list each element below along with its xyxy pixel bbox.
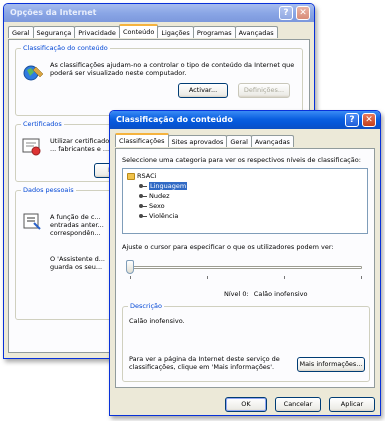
- level-number: Nível 0:: [224, 290, 249, 298]
- window-title: Classificação do conteúdo: [116, 115, 233, 124]
- options-tab-strip: Geral Segurança Privacidade Conteúdo Lig…: [8, 24, 278, 38]
- tab-ratings[interactable]: Classificações: [115, 133, 169, 147]
- tree-item-nudity[interactable]: Nudez: [139, 192, 170, 200]
- level-name: Calão inofensivo: [253, 290, 308, 298]
- help-icon[interactable]: ?: [345, 113, 359, 127]
- autocomplete-text: A função de c... entradas anter... corre…: [50, 213, 104, 237]
- tab-connections[interactable]: Ligações: [157, 26, 194, 38]
- tab-general[interactable]: Geral: [226, 135, 252, 147]
- description-group: Descrição Calão inofensivo. Para ver a p…: [122, 302, 370, 382]
- tab-programs[interactable]: Programas: [192, 26, 236, 38]
- slider-tick: [361, 276, 362, 279]
- apply-button[interactable]: Aplicar: [329, 397, 375, 412]
- tab-content[interactable]: Conteúdo: [118, 24, 159, 38]
- ratings-legend: Classificação do conteúdo: [21, 44, 110, 52]
- ratings-icon: [22, 63, 44, 85]
- certificate-icon: [22, 137, 42, 159]
- key-icon: [139, 214, 147, 218]
- ratings-description: As classificações ajudam-no a controlar …: [50, 61, 295, 77]
- ratings-tab-panel: Seleccione uma categoria para ver os res…: [115, 148, 375, 388]
- tree-item-label: Nudez: [149, 192, 170, 200]
- tree-root-label: RSACi: [137, 172, 157, 180]
- tree-item-label: Linguagem: [149, 182, 188, 190]
- more-info-button[interactable]: Mais informações...: [297, 357, 365, 372]
- tab-advanced[interactable]: Avançadas: [234, 26, 278, 38]
- tree-item-sex[interactable]: Sexo: [139, 202, 165, 210]
- tab-security[interactable]: Segurança: [32, 26, 76, 38]
- category-tree[interactable]: RSACi Linguagem Nudez Sexo Violência: [122, 168, 368, 234]
- certificates-legend: Certificados: [21, 120, 64, 128]
- settings-button[interactable]: Definições...: [238, 83, 290, 98]
- help-icon[interactable]: ?: [279, 6, 293, 20]
- tree-item-language[interactable]: Linguagem: [139, 182, 188, 190]
- content-advisor-window: Classificação do conteúdo ? ✕ Classifica…: [109, 110, 381, 416]
- slider-tick: [284, 276, 285, 279]
- cancel-button[interactable]: Cancelar: [275, 397, 321, 412]
- advisor-tab-strip: Classificações Sites aprovados Geral Ava…: [115, 133, 294, 147]
- key-icon: [139, 194, 147, 198]
- tab-privacy[interactable]: Privacidade: [74, 26, 120, 38]
- tree-item-label: Sexo: [149, 202, 165, 210]
- key-icon: [139, 184, 147, 188]
- description-legend: Descrição: [128, 302, 164, 310]
- tree-root-rsaci[interactable]: RSACi: [127, 172, 156, 180]
- category-instruction: Seleccione uma categoria para ver os res…: [122, 156, 361, 164]
- autocomplete-icon: [22, 211, 42, 233]
- ratings-group: Classificação do conteúdo As classificaç…: [15, 44, 303, 116]
- profile-assistant-text: O 'Assistente d... guarda os seu...: [50, 255, 105, 271]
- content-advisor-titlebar[interactable]: Classificação do conteúdo ? ✕: [110, 111, 380, 129]
- tab-general[interactable]: Geral: [8, 26, 34, 38]
- tab-advanced[interactable]: Avançadas: [250, 135, 294, 147]
- window-title: Opções da Internet: [10, 8, 97, 17]
- slider-tick: [207, 276, 208, 279]
- close-icon[interactable]: ✕: [296, 6, 310, 20]
- tree-item-violence[interactable]: Violência: [139, 212, 178, 220]
- level-label: Nível 0: Calão inofensivo: [224, 290, 307, 298]
- ok-button[interactable]: OK: [225, 397, 267, 412]
- description-text: Calão inofensivo.: [129, 317, 185, 325]
- close-icon[interactable]: ✕: [362, 113, 376, 127]
- slider-instruction: Ajuste o cursor para especificar o que o…: [122, 243, 334, 251]
- personal-info-legend: Dados pessoais: [21, 186, 76, 194]
- more-info-text: Para ver a página da Internet deste serv…: [129, 355, 280, 371]
- rating-slider-track[interactable]: [130, 266, 362, 269]
- tree-item-label: Violência: [149, 212, 179, 220]
- slider-tick: [130, 276, 131, 279]
- tab-approved-sites[interactable]: Sites aprovados: [167, 135, 228, 147]
- key-icon: [139, 204, 147, 208]
- folder-icon: [127, 172, 135, 180]
- activate-button[interactable]: Activar...: [178, 83, 228, 98]
- internet-options-titlebar[interactable]: Opções da Internet ? ✕: [4, 4, 314, 22]
- rating-slider-thumb[interactable]: [126, 260, 134, 274]
